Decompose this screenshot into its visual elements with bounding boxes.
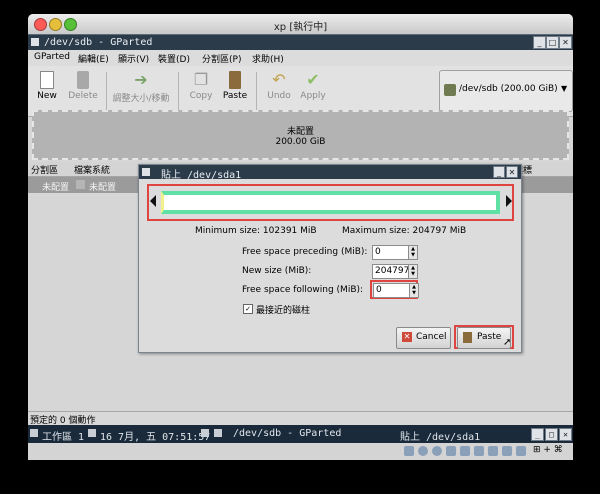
trash-icon xyxy=(77,71,89,89)
row-filesystem: 未配置 xyxy=(89,183,117,193)
filesystem-color-swatch xyxy=(76,180,85,189)
guest-panel: 工作區 1 16 7月, 五 07:51:57 /dev/sdb - GPart… xyxy=(28,425,573,443)
align-checkbox[interactable]: ✓ xyxy=(243,304,253,314)
resize-arrow-icon: ➔ xyxy=(134,70,148,89)
toolbar-separator xyxy=(178,72,179,110)
paste-dialog: 貼上 /dev/sda1 _ ✕ Minimum size: 102391 Mi… xyxy=(138,164,522,353)
delete-button[interactable]: Delete xyxy=(64,69,102,113)
resize-move-button[interactable]: ➔ 調整大小/移動 xyxy=(110,69,172,113)
clipboard-icon xyxy=(463,332,472,343)
free-following-label: Free space following (MiB): xyxy=(242,285,364,295)
free-preceding-spinner[interactable]: 0 ▲ ▼ xyxy=(372,245,418,260)
dialog-title: 貼上 /dev/sda1 xyxy=(161,170,242,181)
maximum-size-label: Maximum size: 204797 MiB xyxy=(342,226,467,236)
display-icon[interactable] xyxy=(488,446,498,456)
device-selector[interactable]: /dev/sdb (200.00 GiB) ▼ xyxy=(439,70,573,112)
device-selector-label: /dev/sdb (200.00 GiB) xyxy=(459,84,558,94)
host-window-title: xp [執行中] xyxy=(273,22,328,33)
optical-drive-icon[interactable] xyxy=(418,446,428,456)
column-filesystem[interactable]: 檔案系統 xyxy=(74,163,110,176)
left-handle-icon[interactable] xyxy=(150,195,156,207)
mouse-integration-icon[interactable] xyxy=(516,446,526,456)
window-menu-icon[interactable] xyxy=(31,38,39,46)
align-checkbox-label: 最接近的磁柱 xyxy=(256,306,311,316)
gparted-title: /dev/sdb - GParted xyxy=(44,37,153,48)
menu-device[interactable]: 裝置(D) xyxy=(158,52,190,65)
panel-minimize-button[interactable]: _ xyxy=(531,428,544,441)
harddisk-icon xyxy=(444,84,456,96)
toolbar-separator xyxy=(256,72,257,110)
dialog-minimize-button[interactable]: _ xyxy=(493,166,505,178)
panel-prev-icon[interactable] xyxy=(30,429,38,437)
panel-arrow-icon[interactable] xyxy=(214,429,222,437)
gparted-titlebar: /dev/sdb - GParted _ □ ✕ xyxy=(28,34,573,51)
shared-folder-icon[interactable] xyxy=(474,446,484,456)
resize-graphic[interactable] xyxy=(147,184,514,221)
host-key-label: ⊞ + ⌘ xyxy=(533,445,563,455)
checkmark-icon: ✔ xyxy=(306,70,320,89)
usb-icon[interactable] xyxy=(446,446,456,456)
dialog-menu-icon[interactable] xyxy=(142,168,150,176)
menubar: GParted 編輯(E) 顯示(V) 裝置(D) 分割區(P) 求助(H) xyxy=(28,50,573,67)
panel-arrow-icon[interactable] xyxy=(201,429,209,437)
statusbar: 預定的 0 個動作 xyxy=(28,411,573,426)
free-following-spinner[interactable]: 0 ▲ ▼ xyxy=(373,283,419,298)
undo-button[interactable]: ↶ Undo xyxy=(260,69,298,113)
cancel-x-icon: ✕ xyxy=(402,332,412,342)
paste-button[interactable]: Paste xyxy=(216,69,254,113)
panel-maximize-button[interactable]: □ xyxy=(545,428,558,441)
panel-next-icon[interactable] xyxy=(88,429,96,437)
network-icon[interactable] xyxy=(460,446,470,456)
harddisk-activity-icon[interactable] xyxy=(404,446,414,456)
right-handle-icon[interactable] xyxy=(506,195,512,207)
toolbar-separator xyxy=(106,72,107,110)
close-button[interactable]: ✕ xyxy=(559,36,572,49)
minimize-button[interactable]: _ xyxy=(533,36,546,49)
workspace-label[interactable]: 工作區 1 xyxy=(42,428,84,443)
menu-gparted[interactable]: GParted xyxy=(34,52,70,62)
spinner-arrows-icon[interactable]: ▲ ▼ xyxy=(408,264,418,279)
spinner-arrows-icon[interactable]: ▲ ▼ xyxy=(408,245,418,260)
clipboard-icon xyxy=(229,71,241,89)
maximize-button[interactable]: □ xyxy=(546,36,559,49)
partition-map-label: 未配置 xyxy=(286,127,314,137)
copy-icon: ❐ xyxy=(193,70,209,89)
mouse-cursor-icon: ➚ xyxy=(503,337,512,348)
clock: 16 7月, 五 07:51:57 xyxy=(100,432,211,443)
new-document-icon xyxy=(40,71,54,89)
dialog-titlebar: 貼上 /dev/sda1 _ ✕ xyxy=(139,165,521,181)
menu-partition[interactable]: 分割區(P) xyxy=(202,52,241,65)
menu-help[interactable]: 求助(H) xyxy=(252,52,284,65)
new-button[interactable]: New xyxy=(28,69,66,113)
undo-arrow-icon: ↶ xyxy=(272,70,286,89)
spinner-arrows-icon[interactable]: ▲ ▼ xyxy=(409,283,419,298)
panel-close-button[interactable]: ✕ xyxy=(559,428,572,441)
apply-button[interactable]: ✔ Apply xyxy=(294,69,332,113)
column-partition[interactable]: 分割區 xyxy=(31,163,58,176)
taskbar-item-paste[interactable]: 貼上 /dev/sda1 xyxy=(400,428,480,443)
free-preceding-label: Free space preceding (MiB): xyxy=(242,247,368,257)
menu-edit[interactable]: 編輯(E) xyxy=(78,52,109,65)
cancel-button[interactable]: ✕ Cancel xyxy=(396,327,451,349)
minimum-size-label: Minimum size: 102391 MiB xyxy=(195,226,317,236)
dialog-close-button[interactable]: ✕ xyxy=(506,166,518,178)
capture-icon[interactable] xyxy=(502,446,512,456)
host-status-bar: ⊞ + ⌘ xyxy=(28,443,573,460)
row-partition: 未配置 xyxy=(42,183,70,193)
new-size-label: New size (MiB): xyxy=(242,266,312,276)
copy-button[interactable]: ❐ Copy xyxy=(182,69,220,113)
partition-map-size: 200.00 GiB xyxy=(275,137,326,147)
partition-map[interactable]: 未配置 200.00 GiB xyxy=(32,110,569,160)
host-titlebar: xp [執行中] xyxy=(28,14,573,35)
partition-bar[interactable] xyxy=(161,191,500,214)
floppy-icon[interactable] xyxy=(432,446,442,456)
taskbar-item-gparted[interactable]: /dev/sdb - GParted xyxy=(233,428,341,439)
menu-view[interactable]: 顯示(V) xyxy=(118,52,149,65)
host-window: xp [執行中] /dev/sdb - GParted _ □ ✕ GParte… xyxy=(28,14,573,460)
chevron-down-icon: ▼ xyxy=(561,84,568,93)
new-size-spinner[interactable]: 204797 ▲ ▼ xyxy=(372,264,418,279)
